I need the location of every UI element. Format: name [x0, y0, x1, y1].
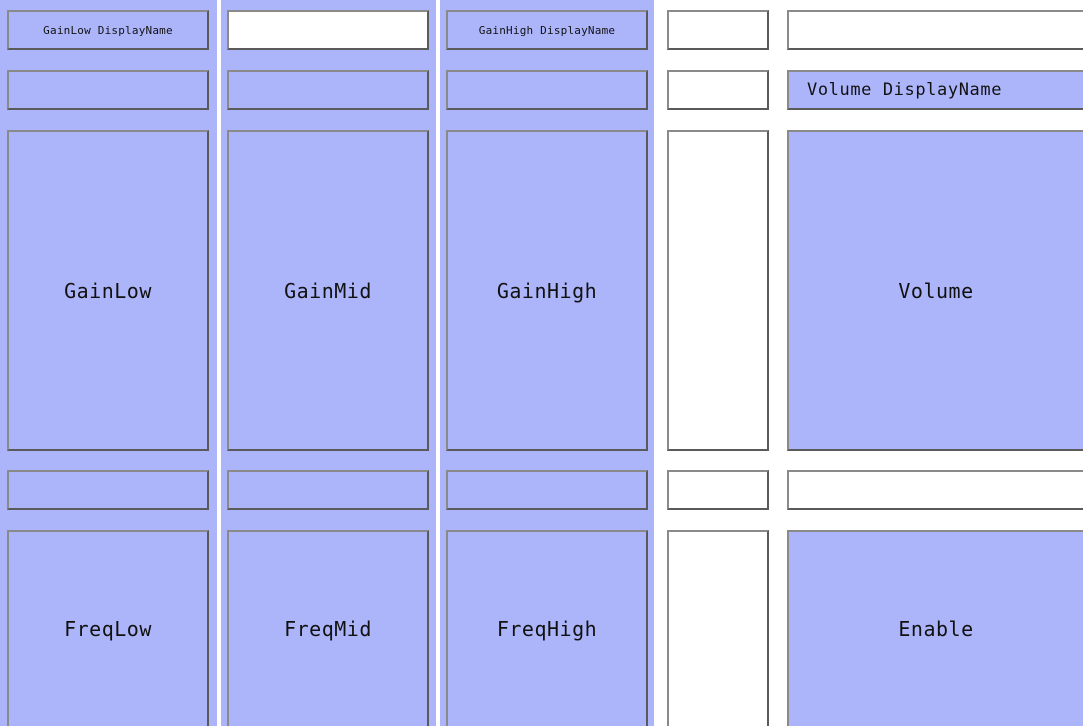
enable-header-slot: [787, 470, 1083, 510]
gain-high-knob[interactable]: GainHigh: [446, 130, 648, 451]
volume-header-slot: [787, 10, 1083, 50]
gain-low-display-name: GainLow DisplayName: [7, 10, 209, 50]
spacer-slot-row1: [667, 10, 769, 50]
spacer-slot-row4: [667, 470, 769, 510]
spacer-slot-row2: [667, 70, 769, 110]
gain-mid-value-field[interactable]: [227, 70, 429, 110]
gain-high-value-field[interactable]: [446, 70, 648, 110]
gain-mid-knob[interactable]: GainMid: [227, 130, 429, 451]
spacer-slot-row3: [667, 130, 769, 451]
volume-knob[interactable]: Volume: [787, 130, 1083, 451]
freq-low-value-field[interactable]: [7, 470, 209, 510]
gain-mid-display-name-slot: [227, 10, 429, 50]
gain-high-display-name: GainHigh DisplayName: [446, 10, 648, 50]
spacer-slot-row5: [667, 530, 769, 726]
gain-low-value-field[interactable]: [7, 70, 209, 110]
volume-display-name: Volume DisplayName: [787, 70, 1083, 110]
freq-low-knob[interactable]: FreqLow: [7, 530, 209, 726]
freq-high-knob[interactable]: FreqHigh: [446, 530, 648, 726]
freq-mid-value-field[interactable]: [227, 470, 429, 510]
freq-high-value-field[interactable]: [446, 470, 648, 510]
freq-mid-knob[interactable]: FreqMid: [227, 530, 429, 726]
enable-toggle[interactable]: Enable: [787, 530, 1083, 726]
gain-low-knob[interactable]: GainLow: [7, 130, 209, 451]
